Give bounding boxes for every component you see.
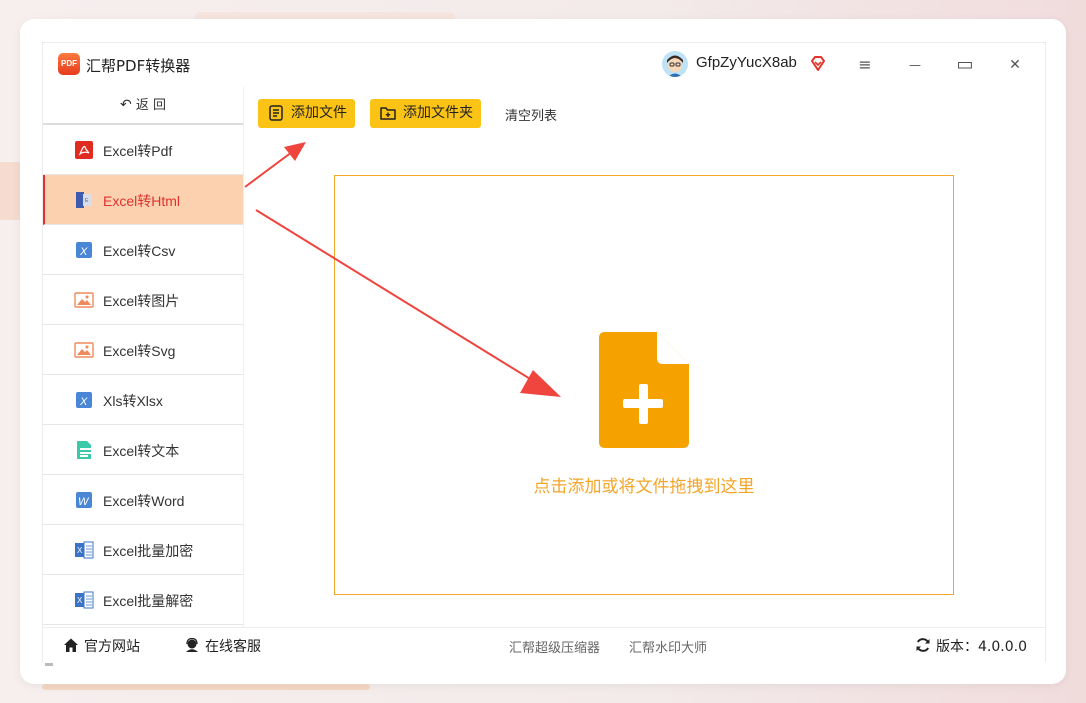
- menu-icon[interactable]: ≡: [853, 53, 877, 77]
- text-file-icon: [77, 441, 91, 459]
- sidebar-item-excel-to-text[interactable]: Excel转文本: [43, 425, 243, 475]
- add-folder-button[interactable]: 添加文件夹: [370, 99, 481, 128]
- excel-x-icon: X: [76, 392, 92, 408]
- word-icon: W: [76, 492, 92, 508]
- sidebar-item-label: Excel转图片: [103, 293, 180, 309]
- background-decoration: [42, 684, 370, 690]
- svg-text:X: X: [79, 396, 88, 408]
- sidebar-item-label: Excel批量加密: [103, 543, 194, 559]
- svg-text:W: W: [78, 496, 90, 508]
- file-list-icon: [269, 105, 283, 121]
- svg-text:X: X: [79, 246, 88, 258]
- add-file-label: 添加文件: [291, 105, 347, 121]
- footer-bar: 官方网站 在线客服 汇帮超级压缩器 汇帮水印大师 版本：4.0.0.0: [43, 627, 1045, 662]
- close-icon[interactable]: ✕: [1003, 53, 1027, 77]
- scrollbar-handle[interactable]: [45, 663, 53, 666]
- drop-zone-hint: 点击添加或将文件拖拽到这里: [533, 477, 755, 497]
- sidebar-item-excel-to-html[interactable]: E Excel转Html: [43, 175, 243, 225]
- sidebar-item-label: Excel转文本: [103, 443, 180, 459]
- sidebar-item-label: Excel转Pdf: [103, 143, 173, 159]
- clear-list-button[interactable]: 清空列表: [505, 105, 557, 124]
- sidebar-item-label: Excel转Svg: [103, 343, 176, 359]
- watermark-link[interactable]: 汇帮水印大师: [629, 637, 707, 656]
- maximize-icon[interactable]: ▭: [953, 53, 977, 77]
- sidebar-item-label: Excel批量解密: [103, 593, 194, 609]
- add-folder-label: 添加文件夹: [403, 105, 473, 121]
- customer-service-icon: [186, 637, 198, 652]
- app-window: PDF 汇帮PDF转换器 GfpZyYucX8ab ≡ — ▭ ✕ ↶ 返 回 …: [20, 19, 1066, 684]
- folder-add-icon: [380, 107, 396, 120]
- app-title: 汇帮PDF转换器: [86, 57, 191, 75]
- excel-sheet-icon: X: [75, 541, 94, 559]
- back-label: 返 回: [135, 98, 166, 113]
- sidebar-item-excel-to-image[interactable]: Excel转图片: [43, 275, 243, 325]
- image-icon: [74, 342, 94, 358]
- app-frame: PDF 汇帮PDF转换器 GfpZyYucX8ab ≡ — ▭ ✕ ↶ 返 回 …: [42, 42, 1046, 666]
- home-icon: [64, 638, 78, 652]
- add-file-icon: [599, 332, 689, 448]
- app-logo-icon: PDF: [58, 53, 80, 75]
- pdf-icon: [75, 141, 93, 159]
- online-support-label: 在线客服: [205, 639, 261, 655]
- refresh-icon: [916, 638, 930, 652]
- title-bar: PDF 汇帮PDF转换器 GfpZyYucX8ab ≡ — ▭ ✕: [43, 43, 1045, 87]
- sidebar-item-excel-to-csv[interactable]: X Excel转Csv: [43, 225, 243, 275]
- vip-diamond-icon[interactable]: [809, 55, 827, 73]
- sidebar-item-excel-to-svg[interactable]: Excel转Svg: [43, 325, 243, 375]
- svg-text:X: X: [77, 596, 83, 605]
- sidebar-item-excel-batch-decrypt[interactable]: X Excel批量解密: [43, 575, 243, 625]
- back-button[interactable]: ↶ 返 回: [43, 87, 243, 125]
- sidebar-item-label: Excel转Word: [103, 493, 185, 509]
- version-label: 版本：4.0.0.0: [936, 639, 1027, 655]
- html-file-icon: E: [76, 192, 92, 208]
- sidebar: ↶ 返 回 Excel转Pdf E Excel转Html X Excel转Csv…: [43, 87, 244, 666]
- sidebar-item-label: Excel转Csv: [103, 243, 176, 259]
- sidebar-item-excel-batch-encrypt[interactable]: X Excel批量加密: [43, 525, 243, 575]
- sidebar-item-label: Excel转Html: [103, 193, 181, 209]
- sidebar-item-excel-to-pdf[interactable]: Excel转Pdf: [43, 125, 243, 175]
- sidebar-item-xls-to-xlsx[interactable]: X Xls转Xlsx: [43, 375, 243, 425]
- official-website-label: 官方网站: [84, 639, 140, 655]
- sidebar-item-label: Xls转Xlsx: [103, 393, 163, 409]
- excel-sheet-icon: X: [75, 591, 94, 609]
- user-avatar[interactable]: [662, 51, 688, 77]
- username[interactable]: GfpZyYucX8ab: [696, 54, 797, 71]
- minimize-icon[interactable]: —: [903, 53, 927, 77]
- svg-text:X: X: [77, 546, 83, 555]
- image-icon: [74, 292, 94, 308]
- csv-icon: X: [76, 242, 92, 258]
- compressor-link[interactable]: 汇帮超级压缩器: [509, 637, 600, 656]
- back-arrow-icon: ↶: [119, 97, 132, 113]
- add-file-button[interactable]: 添加文件: [258, 99, 355, 128]
- sidebar-item-excel-to-word[interactable]: W Excel转Word: [43, 475, 243, 525]
- file-drop-zone[interactable]: 点击添加或将文件拖拽到这里: [334, 175, 954, 595]
